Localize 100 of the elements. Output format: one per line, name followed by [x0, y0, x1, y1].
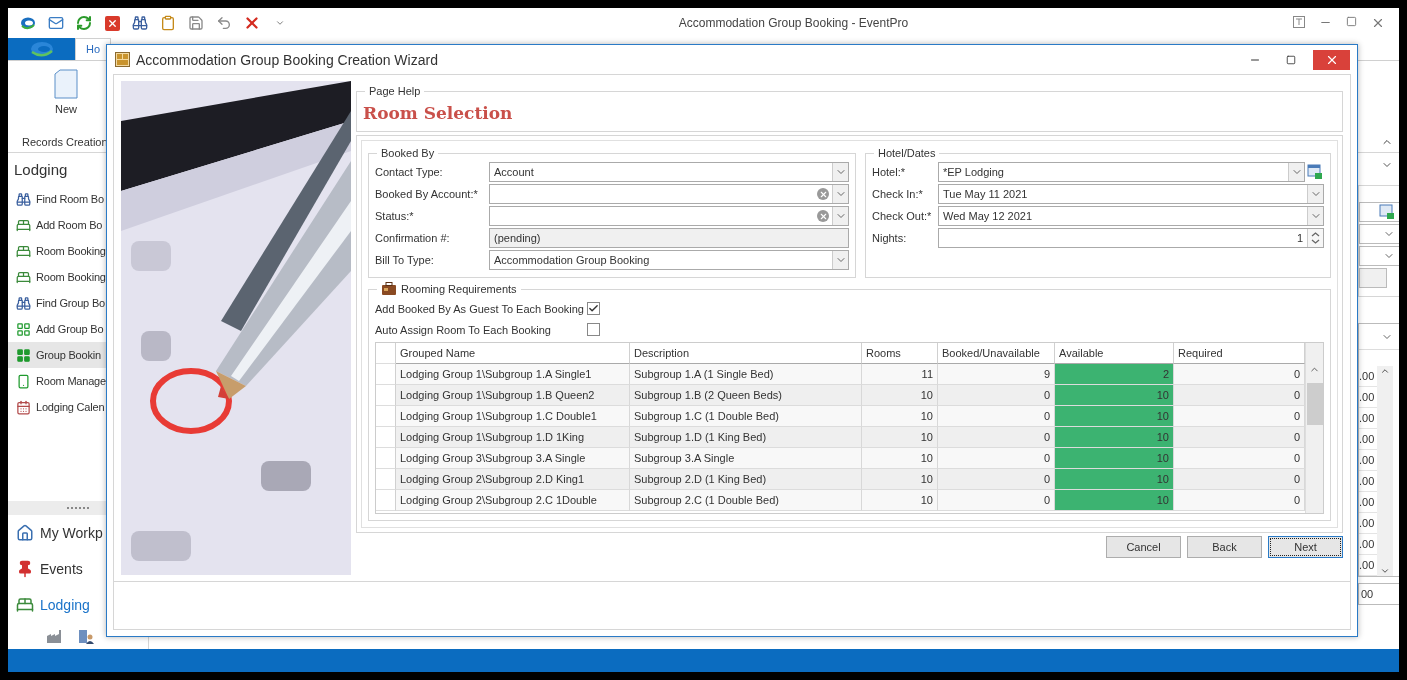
sidebar-item[interactable]: Room Manage: [8, 368, 148, 394]
close-button[interactable]: [1313, 49, 1350, 70]
table-cell: Subgroup 2.C (1 Double Bed): [630, 490, 862, 511]
spin-arrows-icon[interactable]: [1311, 231, 1320, 245]
bed-icon[interactable]: [16, 269, 31, 285]
table-cell: 0: [938, 469, 1055, 490]
sidebar-item[interactable]: Lodging Calen: [8, 394, 148, 420]
sidebar-item[interactable]: Find Room Bo: [8, 186, 148, 212]
mail-icon[interactable]: [48, 15, 64, 31]
table-cell: 0: [938, 490, 1055, 511]
close-record-icon[interactable]: [104, 15, 120, 31]
chevron-down-icon[interactable]: [1380, 566, 1390, 576]
window-title: Accommodation Group Booking - EventPro: [677, 16, 910, 30]
option-label: Add Booked By As Guest To Each Booking: [375, 302, 585, 315]
sidebar-item[interactable]: Room Booking: [8, 264, 148, 290]
logo-icon: [28, 41, 55, 57]
scrollbar[interactable]: [1377, 366, 1393, 576]
wizard-button[interactable]: Back: [1187, 536, 1262, 558]
background-dropdown[interactable]: [1359, 224, 1399, 244]
house-icon[interactable]: [16, 524, 34, 542]
bed-icon[interactable]: [16, 596, 34, 614]
field-label: Booked By Account:*: [375, 188, 479, 200]
refresh-icon[interactable]: [76, 15, 92, 31]
wizard-window-icon: [115, 52, 130, 67]
checkbox[interactable]: [587, 302, 600, 315]
bed-icon[interactable]: [16, 243, 31, 259]
ribbon-tab[interactable]: Ho: [75, 38, 112, 60]
field-label: Status:*: [375, 210, 415, 222]
pin-icon[interactable]: [16, 560, 34, 578]
suitcase-icon: [381, 282, 397, 296]
phone-icon[interactable]: [16, 373, 31, 389]
dropdown-field[interactable]: Tue May 11 2021: [938, 184, 1324, 204]
nav-item[interactable]: Lodging: [8, 587, 148, 623]
lookup-field[interactable]: *EP Lodging: [938, 162, 1305, 182]
dropdown-field[interactable]: [489, 206, 849, 226]
customize-caret-icon[interactable]: [275, 18, 285, 28]
delete-icon[interactable]: [243, 14, 261, 32]
wizard-button[interactable]: Cancel: [1106, 536, 1181, 558]
building-person-icon[interactable]: [78, 628, 94, 644]
calendar-icon[interactable]: [16, 399, 31, 415]
group-legend: Rooming Requirements: [401, 283, 517, 295]
field-label: Check In:*: [872, 188, 924, 200]
background-field[interactable]: [1359, 202, 1399, 222]
bed-plus-icon[interactable]: [16, 217, 31, 233]
table-cell: 10: [862, 385, 938, 406]
clipboard-icon[interactable]: [160, 15, 176, 31]
row-header[interactable]: [376, 343, 396, 364]
readonly-field[interactable]: (pending): [489, 228, 849, 248]
table-cell: Subgroup 1.C (1 Double Bed): [630, 406, 862, 427]
nav-item[interactable]: My Workp: [8, 515, 148, 551]
maximize-icon: [1286, 54, 1296, 65]
undo-icon[interactable]: [216, 15, 232, 31]
binoculars-icon[interactable]: [132, 15, 148, 31]
save-icon[interactable]: [188, 15, 204, 31]
table-lookup-icon[interactable]: [1379, 204, 1395, 220]
grid-icon[interactable]: [16, 347, 31, 363]
spin-field[interactable]: 1: [938, 228, 1324, 248]
sidebar-item[interactable]: Add Group Bo: [8, 316, 148, 342]
table-cell: Subgroup 2.D (1 King Bed): [630, 469, 862, 490]
table-cell: 0: [1174, 490, 1305, 511]
table-cell: Lodging Group 1\Subgroup 1.B Queen2: [396, 385, 630, 406]
clear-icon[interactable]: [817, 210, 829, 222]
clear-icon[interactable]: [817, 188, 829, 200]
table-cell: Subgroup 1.A (1 Single Bed): [630, 364, 862, 385]
grip-icon[interactable]: [66, 506, 90, 510]
sidebar-item[interactable]: Room Booking: [8, 238, 148, 264]
scroll-thumb[interactable]: [1306, 383, 1323, 425]
table-cell: 10: [1055, 469, 1174, 490]
table-cell: 0: [938, 406, 1055, 427]
nav-item[interactable]: Events: [8, 551, 148, 587]
background-dropdown[interactable]: [1359, 246, 1399, 266]
background-field[interactable]: [1359, 268, 1387, 288]
app-menu-tab[interactable]: [8, 38, 75, 60]
table-cell: 2: [1055, 364, 1174, 385]
dropdown-field[interactable]: [489, 184, 849, 204]
field-label: Confirmation #:: [375, 232, 451, 244]
table-cell: Subgroup 3.A Single: [630, 448, 862, 469]
maximize-icon[interactable]: [1346, 16, 1357, 27]
table-cell: 10: [1055, 448, 1174, 469]
binoculars-icon[interactable]: [16, 295, 31, 311]
dropdown-field[interactable]: Accommodation Group Booking: [489, 250, 849, 270]
sidebar-item[interactable]: Find Group Bo: [8, 290, 148, 316]
panel-legend: Page Help: [369, 85, 421, 97]
table-lookup-icon[interactable]: [1306, 163, 1324, 181]
dropdown-field[interactable]: Wed May 12 2021: [938, 206, 1324, 226]
logo-icon[interactable]: [20, 16, 36, 30]
dropdown-field[interactable]: Account: [489, 162, 849, 182]
binoculars-icon[interactable]: [16, 191, 31, 207]
close-icon[interactable]: [1371, 16, 1385, 30]
factory-icon[interactable]: [46, 628, 62, 644]
scrollbar[interactable]: [1305, 343, 1323, 513]
checkbox[interactable]: [587, 323, 600, 336]
table-cell: 10: [862, 406, 938, 427]
wizard-button[interactable]: Next: [1268, 536, 1343, 558]
sidebar-item[interactable]: Add Room Bo: [8, 212, 148, 238]
chevron-up-icon[interactable]: [1380, 366, 1390, 376]
table-cell: 0: [938, 385, 1055, 406]
grid-plus-icon[interactable]: [16, 321, 31, 337]
pin-window-icon[interactable]: [1293, 16, 1305, 28]
table-cell: Lodging Group 2\Subgroup 2.D King1: [396, 469, 630, 490]
